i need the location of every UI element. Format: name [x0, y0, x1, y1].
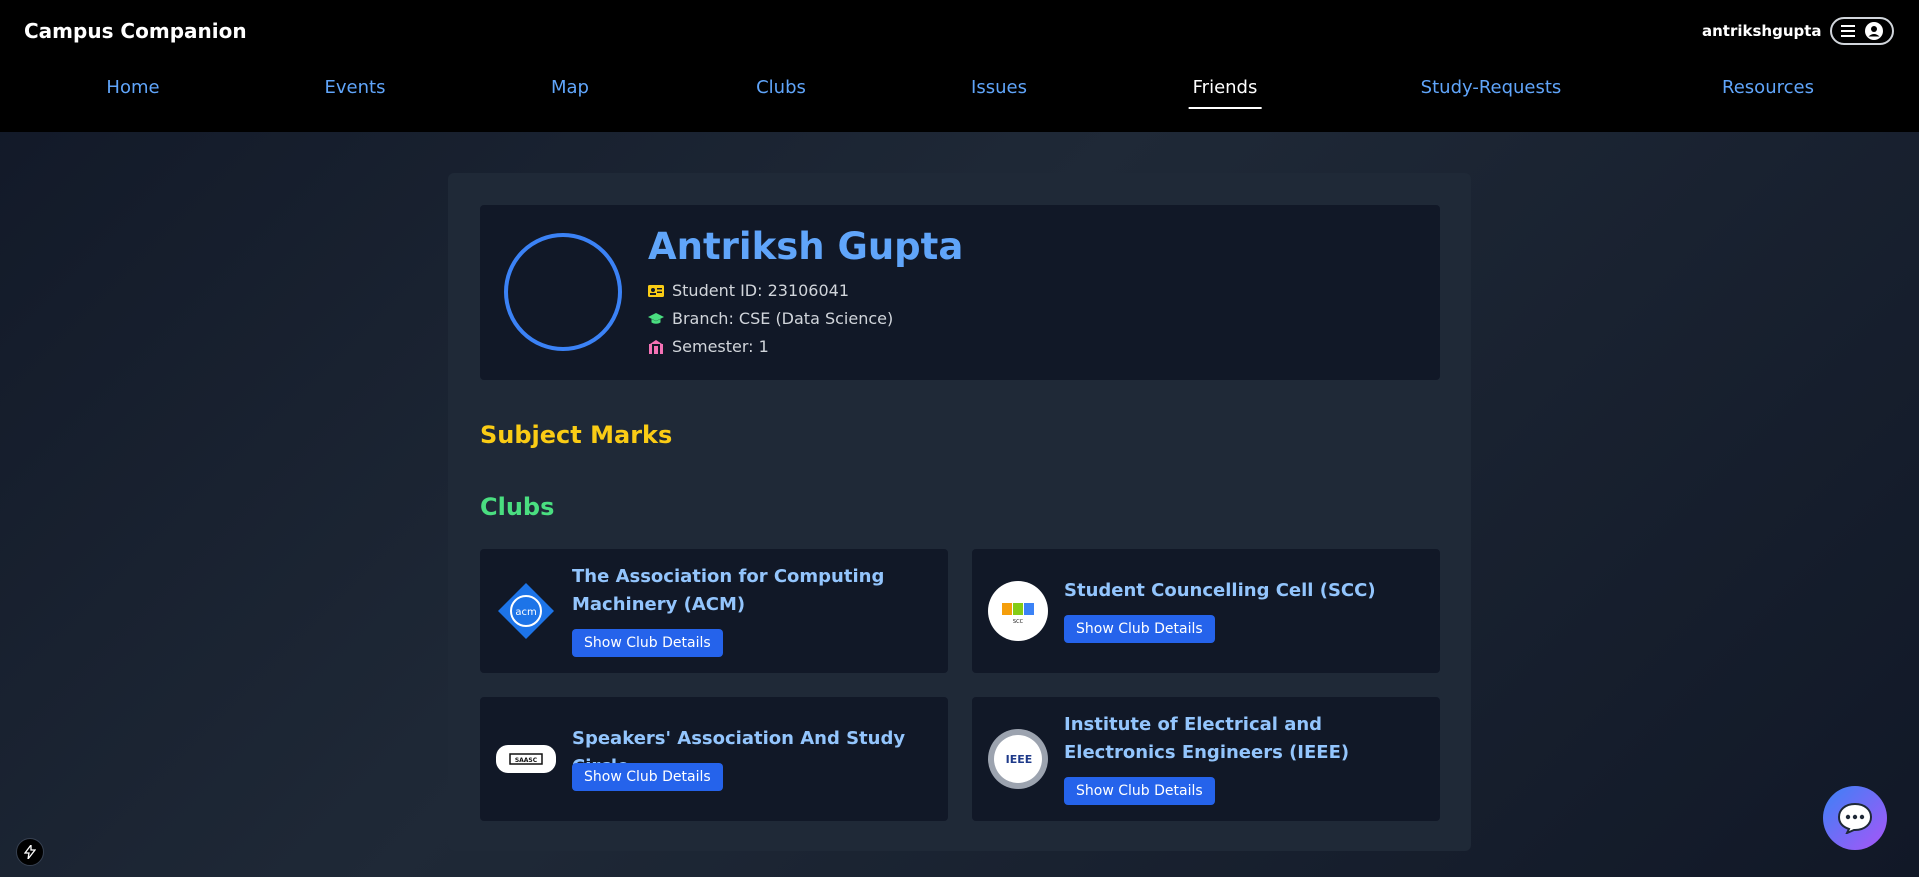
show-club-details-button[interactable]: Show Club Details — [572, 629, 723, 657]
student-id-row: Student ID: 23106041 — [648, 281, 849, 300]
dev-tools-button[interactable] — [16, 838, 44, 866]
saasc-logo: SAASC — [496, 729, 556, 789]
club-name: Institute of Electrical and Electronics … — [1064, 714, 1350, 763]
lightning-bolt-icon — [24, 845, 36, 859]
club-card: SCC Student Councelling Cell (SCC) Show … — [972, 549, 1440, 673]
chat-bubble-icon — [1837, 802, 1873, 834]
ieee-logo: IEEE — [988, 729, 1048, 789]
branch-row: Branch: CSE (Data Science) — [648, 309, 893, 328]
app-brand[interactable]: Campus Companion — [24, 19, 247, 43]
semester-row: Semester: 1 — [648, 337, 769, 356]
acm-logo: acm — [496, 581, 556, 641]
username-label: antrikshgupta — [1702, 22, 1822, 40]
club-card: acm The Association for Computing Machin… — [480, 549, 948, 673]
clubs-heading: Clubs — [480, 493, 555, 521]
club-name: Student Councelling Cell (SCC) — [1064, 580, 1376, 601]
nav-friends[interactable]: Friends — [1188, 77, 1262, 109]
ieee-logo-text: IEEE — [1006, 753, 1033, 766]
semester-text: Semester: 1 — [672, 337, 769, 356]
nav-map[interactable]: Map — [551, 77, 589, 98]
school-icon — [649, 339, 663, 354]
nav-home[interactable]: Home — [106, 77, 159, 98]
nav-resources[interactable]: Resources — [1722, 77, 1814, 98]
nav-issues[interactable]: Issues — [971, 77, 1027, 98]
student-id-text: Student ID: 23106041 — [672, 281, 850, 300]
saasc-logo-text: SAASC — [515, 757, 538, 764]
chat-assistant-button[interactable] — [1823, 786, 1887, 850]
nav-clubs[interactable]: Clubs — [756, 77, 806, 98]
id-card-icon — [648, 284, 664, 297]
branch-text: Branch: CSE (Data Science) — [672, 309, 894, 328]
show-club-details-button[interactable]: Show Club Details — [1064, 615, 1215, 643]
club-name: The Association for Computing Machinery … — [572, 566, 885, 615]
nav-events[interactable]: Events — [325, 77, 386, 98]
scc-logo: SCC — [988, 581, 1048, 641]
friend-profile-panel: Antriksh Gupta Student ID: 23106041 Bran… — [448, 173, 1471, 851]
user-circle-icon — [1865, 22, 1883, 40]
show-club-details-button[interactable]: Show Club Details — [572, 763, 723, 791]
profile-name: Antriksh Gupta — [648, 225, 964, 268]
club-card: SAASC Speakers' Association And Study Ci… — [480, 697, 948, 821]
acm-logo-text: acm — [515, 607, 536, 618]
nav-study-requests[interactable]: Study-Requests — [1421, 77, 1562, 98]
club-card: IEEE Institute of Electrical and Electro… — [972, 697, 1440, 821]
account-menu-button[interactable] — [1830, 17, 1894, 45]
top-navbar: Campus Companion antrikshgupta Home Even… — [0, 0, 1919, 132]
subject-marks-heading: Subject Marks — [480, 421, 673, 449]
show-club-details-button[interactable]: Show Club Details — [1064, 777, 1215, 805]
hamburger-icon — [1841, 25, 1855, 37]
avatar — [504, 233, 622, 351]
scc-logo-text: SCC — [1013, 619, 1024, 625]
main-nav: Home Events Map Clubs Issues Friends Stu… — [0, 72, 1919, 112]
graduation-cap-icon — [648, 312, 664, 324]
profile-card: Antriksh Gupta Student ID: 23106041 Bran… — [480, 205, 1440, 380]
